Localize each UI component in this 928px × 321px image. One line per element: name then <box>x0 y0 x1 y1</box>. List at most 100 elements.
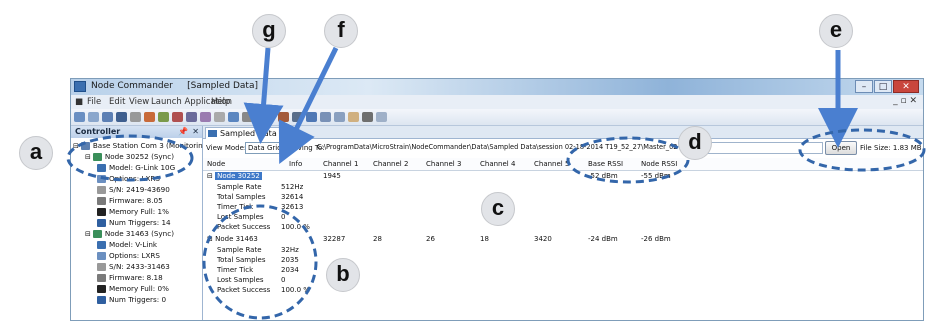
tree-item[interactable]: Options: LXRS <box>97 173 160 184</box>
info-label: Total Samples <box>217 256 266 264</box>
write-icon[interactable] <box>116 112 127 122</box>
column-header[interactable]: Channel 2 <box>373 160 408 168</box>
edit-icon[interactable] <box>214 112 225 122</box>
tree-item-label: Options: LXRS <box>109 174 160 183</box>
tree-item[interactable]: Options: LXRS <box>97 250 160 261</box>
column-header[interactable]: Channel 1 <box>323 160 358 168</box>
tree-item[interactable]: ⊟ Node 30252 (Sync) <box>85 151 174 162</box>
tab-sampled-data[interactable]: Sampled Data ✕ <box>205 127 292 139</box>
tab-icon <box>208 130 217 137</box>
menu-file[interactable]: File <box>87 97 101 107</box>
node-name: Node 31463 <box>215 235 258 243</box>
tree-item-label: Options: LXRS <box>109 251 160 260</box>
tree-item-label: Base Station Com 3 (Monitoring) <box>92 141 211 150</box>
column-header[interactable]: Channel 4 <box>480 160 515 168</box>
config-icon[interactable] <box>186 112 197 122</box>
menu-view[interactable]: View <box>129 97 149 107</box>
mdi-window-controls[interactable]: _ ▫ ✕ <box>893 96 917 106</box>
tab-label: Sampled Data <box>220 129 277 138</box>
discover-icon[interactable] <box>130 112 141 122</box>
column-header[interactable]: Info <box>289 160 302 168</box>
expander-icon[interactable]: ⊟ <box>85 153 91 161</box>
node-row-name[interactable]: ⊟ Node 30252 <box>207 172 262 180</box>
controller-header: Controller 📌 ✕ <box>71 126 202 138</box>
triggers-icon <box>97 219 106 227</box>
firmware-icon <box>97 274 106 282</box>
sleep-icon[interactable] <box>158 112 169 122</box>
tree-item-label: Memory Full: 1% <box>109 207 169 216</box>
collapse-icon[interactable]: ⊟ <box>207 235 213 243</box>
refresh-icon[interactable] <box>362 112 373 122</box>
base-station-icon <box>80 142 90 150</box>
sampled-data-panel: Sampled Data ✕ View Mode: Data Grid ▼ Sa… <box>203 126 923 320</box>
tree-item-label: Model: V-Link <box>109 240 158 249</box>
column-header[interactable]: Base RSSI <box>588 160 623 168</box>
arm-icon[interactable] <box>292 112 303 122</box>
info-value: 2034 <box>281 266 299 274</box>
tree-item-label: Model: G-Link 10G <box>109 163 176 172</box>
info-label: Lost Samples <box>217 213 264 221</box>
column-header[interactable]: Node <box>207 160 225 168</box>
title-bar[interactable]: Node Commander [Sampled Data] – □ ✕ <box>71 79 923 95</box>
node-icon <box>92 230 102 238</box>
tree-item-label: Firmware: 8.18 <box>109 273 163 282</box>
chart-icon[interactable] <box>262 112 273 122</box>
expander-icon[interactable]: ⊟ <box>85 230 91 238</box>
disconnect-icon[interactable] <box>88 112 99 122</box>
tree-item[interactable]: Num Triggers: 0 <box>97 294 166 305</box>
column-header[interactable]: Channel 3 <box>426 160 461 168</box>
tree-item[interactable]: ⊟ Base Station Com 3 (Monitoring) <box>73 140 210 151</box>
sample-icon[interactable] <box>144 112 155 122</box>
tree-item[interactable]: Model: V-Link <box>97 239 157 250</box>
close-button[interactable]: ✕ <box>893 80 919 93</box>
tree-item[interactable]: Firmware: 8.05 <box>97 195 163 206</box>
info-value: 32613 <box>281 203 304 211</box>
minimize-button[interactable]: – <box>855 80 873 93</box>
tab-close-icon[interactable]: ✕ <box>281 129 290 137</box>
tree-item[interactable]: Memory Full: 1% <box>97 206 169 217</box>
info-value: 100.0 % <box>281 286 310 294</box>
read-icon[interactable] <box>102 112 113 122</box>
connect-icon[interactable] <box>74 112 85 122</box>
tree-item[interactable]: Num Triggers: 14 <box>97 217 171 228</box>
save-icon[interactable] <box>306 112 317 122</box>
tree-item[interactable]: ⊟ Node 31463 (Sync) <box>85 228 174 239</box>
tree-item[interactable]: Memory Full: 0% <box>97 283 169 294</box>
node-row-name[interactable]: ⊟ Node 31463 <box>207 235 258 243</box>
info-label: Total Samples <box>217 193 266 201</box>
view-mode-value: Data Grid <box>248 144 282 152</box>
menu-edit[interactable]: Edit <box>109 97 125 107</box>
grid-cell: -24 dBm <box>588 235 618 243</box>
sync-icon[interactable] <box>228 112 239 122</box>
download-icon[interactable] <box>334 112 345 122</box>
info-label: Sample Rate <box>217 183 262 191</box>
column-header[interactable]: Node RSSI <box>641 160 677 168</box>
info-value: 0 <box>281 276 286 284</box>
menu-help[interactable]: Help <box>211 97 230 107</box>
open-button[interactable]: Open <box>825 141 857 155</box>
info-value: 0 <box>281 213 286 221</box>
tree-item[interactable]: S/N: 2419-43690 <box>97 184 170 195</box>
expander-icon[interactable]: ⊟ <box>73 142 79 150</box>
view-mode-select[interactable]: Data Grid ▼ <box>245 142 287 154</box>
tree-item[interactable]: S/N: 2433-31463 <box>97 261 170 272</box>
tree-item[interactable]: Model: G-Link 10G <box>97 162 175 173</box>
data-grid: Node Info Channel 1 Channel 2 Channel 3 Chann… <box>203 158 923 320</box>
stop-icon[interactable] <box>172 112 183 122</box>
model-icon <box>97 241 106 249</box>
pointer-icon[interactable] <box>348 112 359 122</box>
collapse-icon[interactable]: ⊟ <box>207 172 213 180</box>
calibrate-icon[interactable] <box>278 112 289 122</box>
window-title: Node Commander [Sampled Data] <box>91 81 258 91</box>
tree-item[interactable]: Firmware: 8.18 <box>97 272 163 283</box>
range-icon[interactable] <box>200 112 211 122</box>
broadcast-icon[interactable] <box>242 112 253 122</box>
view-icon[interactable] <box>376 112 387 122</box>
firmware-icon <box>97 197 106 205</box>
maximize-button[interactable]: □ <box>874 80 892 93</box>
grid-cell: -55 dBm <box>641 172 671 180</box>
close-panel-icon[interactable]: ✕ <box>192 126 199 138</box>
export-icon[interactable] <box>320 112 331 122</box>
column-header[interactable]: Channel 5 <box>534 160 569 168</box>
pin-icon[interactable]: 📌 <box>178 126 188 138</box>
